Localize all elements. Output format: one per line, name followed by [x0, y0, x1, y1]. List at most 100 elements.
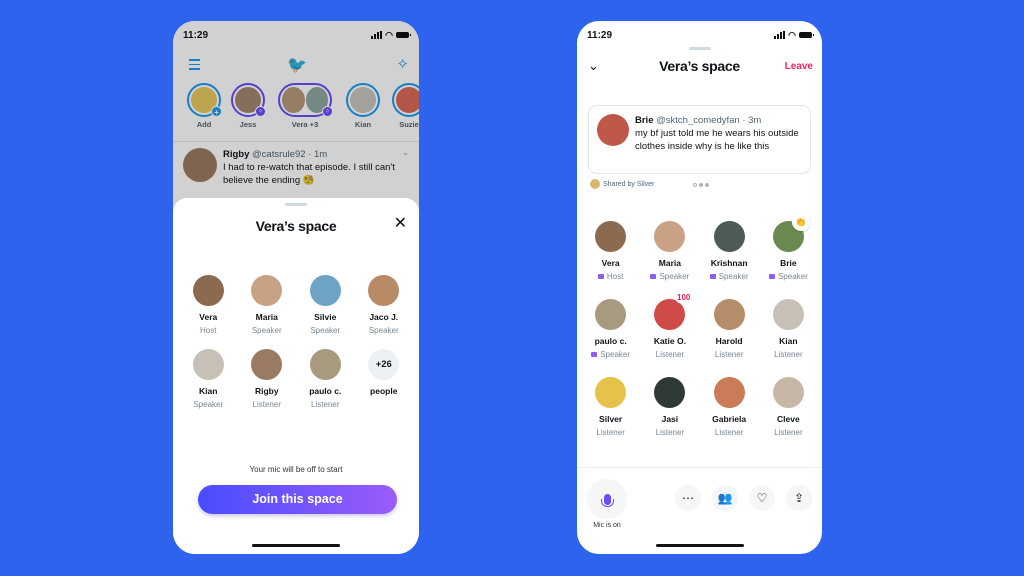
- role-label: Listener: [714, 350, 744, 359]
- avatar: [183, 148, 217, 182]
- shared-by: Shared by Silver: [590, 179, 654, 189]
- avatar: [590, 179, 600, 189]
- shared-tweet-card[interactable]: Brie @sktch_comedyfan · 3m my bf just to…: [588, 105, 811, 174]
- participant[interactable]: 👏 Brie Speaker: [759, 213, 818, 281]
- avatar: [595, 299, 627, 330]
- top-bar: 🐦 ✧: [173, 53, 419, 77]
- react-button[interactable]: ♡: [749, 485, 775, 511]
- space-header: ⌄ Vera’s space Leave: [577, 58, 822, 78]
- participant[interactable]: Gabriela Listener: [700, 377, 759, 437]
- participant[interactable]: Kian Speaker: [179, 349, 238, 409]
- carousel-dots[interactable]: [693, 183, 709, 187]
- participant-name: Maria: [658, 258, 681, 268]
- participant-name: Vera: [601, 258, 620, 268]
- participant[interactable]: Harold Listener: [700, 299, 759, 359]
- fleet-add[interactable]: + Add: [187, 83, 222, 129]
- avatar: [597, 114, 629, 146]
- signal-icon: [774, 31, 786, 39]
- participant[interactable]: paulo c. Speaker: [581, 299, 640, 359]
- fleet-jess[interactable]: ⁘ Jess: [231, 83, 266, 129]
- fleet-label: Add: [196, 120, 212, 129]
- participant-role: Speaker: [700, 272, 759, 281]
- participant-name: Kian: [779, 336, 798, 346]
- avatar: [192, 275, 224, 306]
- mic-icon: [600, 493, 614, 507]
- fleet-vera-space[interactable]: ⁘ Vera +3: [278, 83, 333, 129]
- role-label: Listener: [714, 428, 744, 437]
- avatar: [595, 221, 627, 252]
- home-indicator: [655, 544, 744, 547]
- participant-grid: Vera Host Maria Speaker Silvie Speaker Jaco…: [179, 275, 413, 409]
- share-button[interactable]: ⇪: [786, 485, 812, 511]
- plus-icon: +: [211, 106, 222, 117]
- participant[interactable]: Kian Listener: [759, 299, 818, 359]
- participant-name: Gabriela: [712, 414, 747, 424]
- participant-name: Katie O.: [653, 336, 686, 346]
- fleet-kian[interactable]: Kian: [346, 83, 380, 129]
- battery-icon: [799, 32, 814, 38]
- tweet[interactable]: Rigby @catsrule92 · 1m I had to re-watch…: [173, 141, 419, 193]
- participant-name: paulo c.: [594, 336, 627, 346]
- phone-join-preview: 11:29 ◠ 🐦 ✧ + Add ⁘ Jess ⁘ Vera +3 Kian …: [173, 21, 419, 554]
- tweet-handle: @catsrule92 · 1m: [252, 149, 328, 160]
- role-label: Listener: [655, 350, 685, 359]
- participant[interactable]: Rigby Listener: [238, 349, 297, 409]
- chevron-down-icon[interactable]: ⌄: [402, 148, 409, 157]
- people-icon: 👥: [717, 491, 733, 505]
- participant-role: Host: [200, 326, 217, 335]
- fleet-suzie[interactable]: Suzie: [392, 83, 419, 129]
- heart-add-icon: ♡: [756, 491, 768, 505]
- hamburger-icon[interactable]: [189, 59, 200, 73]
- participant[interactable]: Vera Host: [581, 221, 640, 281]
- participant[interactable]: Krishnan Speaker: [700, 221, 759, 281]
- divider: [577, 467, 822, 468]
- participant[interactable]: Vera Host: [179, 275, 238, 335]
- participant[interactable]: Jasi Listener: [640, 377, 699, 437]
- participant-role: Speaker: [581, 350, 640, 359]
- participant[interactable]: Maria Speaker: [238, 275, 297, 335]
- close-icon[interactable]: ✕: [394, 215, 407, 233]
- share-icon: ⇪: [793, 491, 805, 505]
- more-participants[interactable]: +26 people: [355, 349, 414, 409]
- status-icons: ◠: [371, 29, 411, 41]
- participant-name: paulo c.: [309, 386, 342, 396]
- mic-button[interactable]: [587, 479, 627, 519]
- status-bar: 11:29 ◠: [173, 21, 419, 49]
- wifi-icon: ◠: [385, 29, 393, 40]
- participant[interactable]: Silvie Speaker: [296, 275, 355, 335]
- participant[interactable]: Maria Speaker: [640, 221, 699, 281]
- avatar: [772, 377, 804, 408]
- drag-handle[interactable]: [688, 47, 711, 50]
- participant-name: Silvie: [314, 312, 337, 322]
- role-label: Listener: [655, 428, 685, 437]
- participant[interactable]: paulo c. Listener: [296, 349, 355, 409]
- avatar: [251, 349, 283, 380]
- participant-name: Jaco J.: [369, 312, 399, 322]
- participant-name: Krishnan: [710, 258, 748, 268]
- status-time: 11:29: [587, 29, 613, 41]
- people-button[interactable]: 👥: [712, 485, 738, 511]
- participant[interactable]: Cleve Listener: [759, 377, 818, 437]
- sparkle-icon[interactable]: ✧: [396, 55, 409, 73]
- participant[interactable]: 100 Katie O. Listener: [640, 291, 699, 359]
- avatar: 👏: [772, 213, 810, 252]
- participant-name: people: [370, 386, 398, 396]
- leave-button[interactable]: Leave: [785, 61, 813, 72]
- participant[interactable]: Jaco J. Speaker: [355, 275, 414, 335]
- participant-role: Speaker: [193, 400, 224, 409]
- hundred-emoji-icon: 100: [675, 291, 693, 304]
- join-space-button[interactable]: Join this space: [198, 485, 397, 514]
- speaker-icon: [709, 274, 716, 279]
- participant-name: Rigby: [254, 386, 279, 396]
- battery-icon: [396, 32, 411, 38]
- more-button[interactable]: ⋯: [675, 485, 701, 511]
- participant-name: Cleve: [777, 414, 800, 424]
- clap-emoji-icon: 👏: [791, 213, 810, 231]
- role-label: Speaker: [777, 272, 808, 281]
- participant[interactable]: Silver Listener: [581, 377, 640, 437]
- role-label: Speaker: [600, 350, 631, 359]
- speaker-icon: [650, 274, 657, 279]
- avatar: [350, 87, 376, 113]
- avatar: [713, 377, 745, 408]
- drag-handle[interactable]: [285, 203, 307, 206]
